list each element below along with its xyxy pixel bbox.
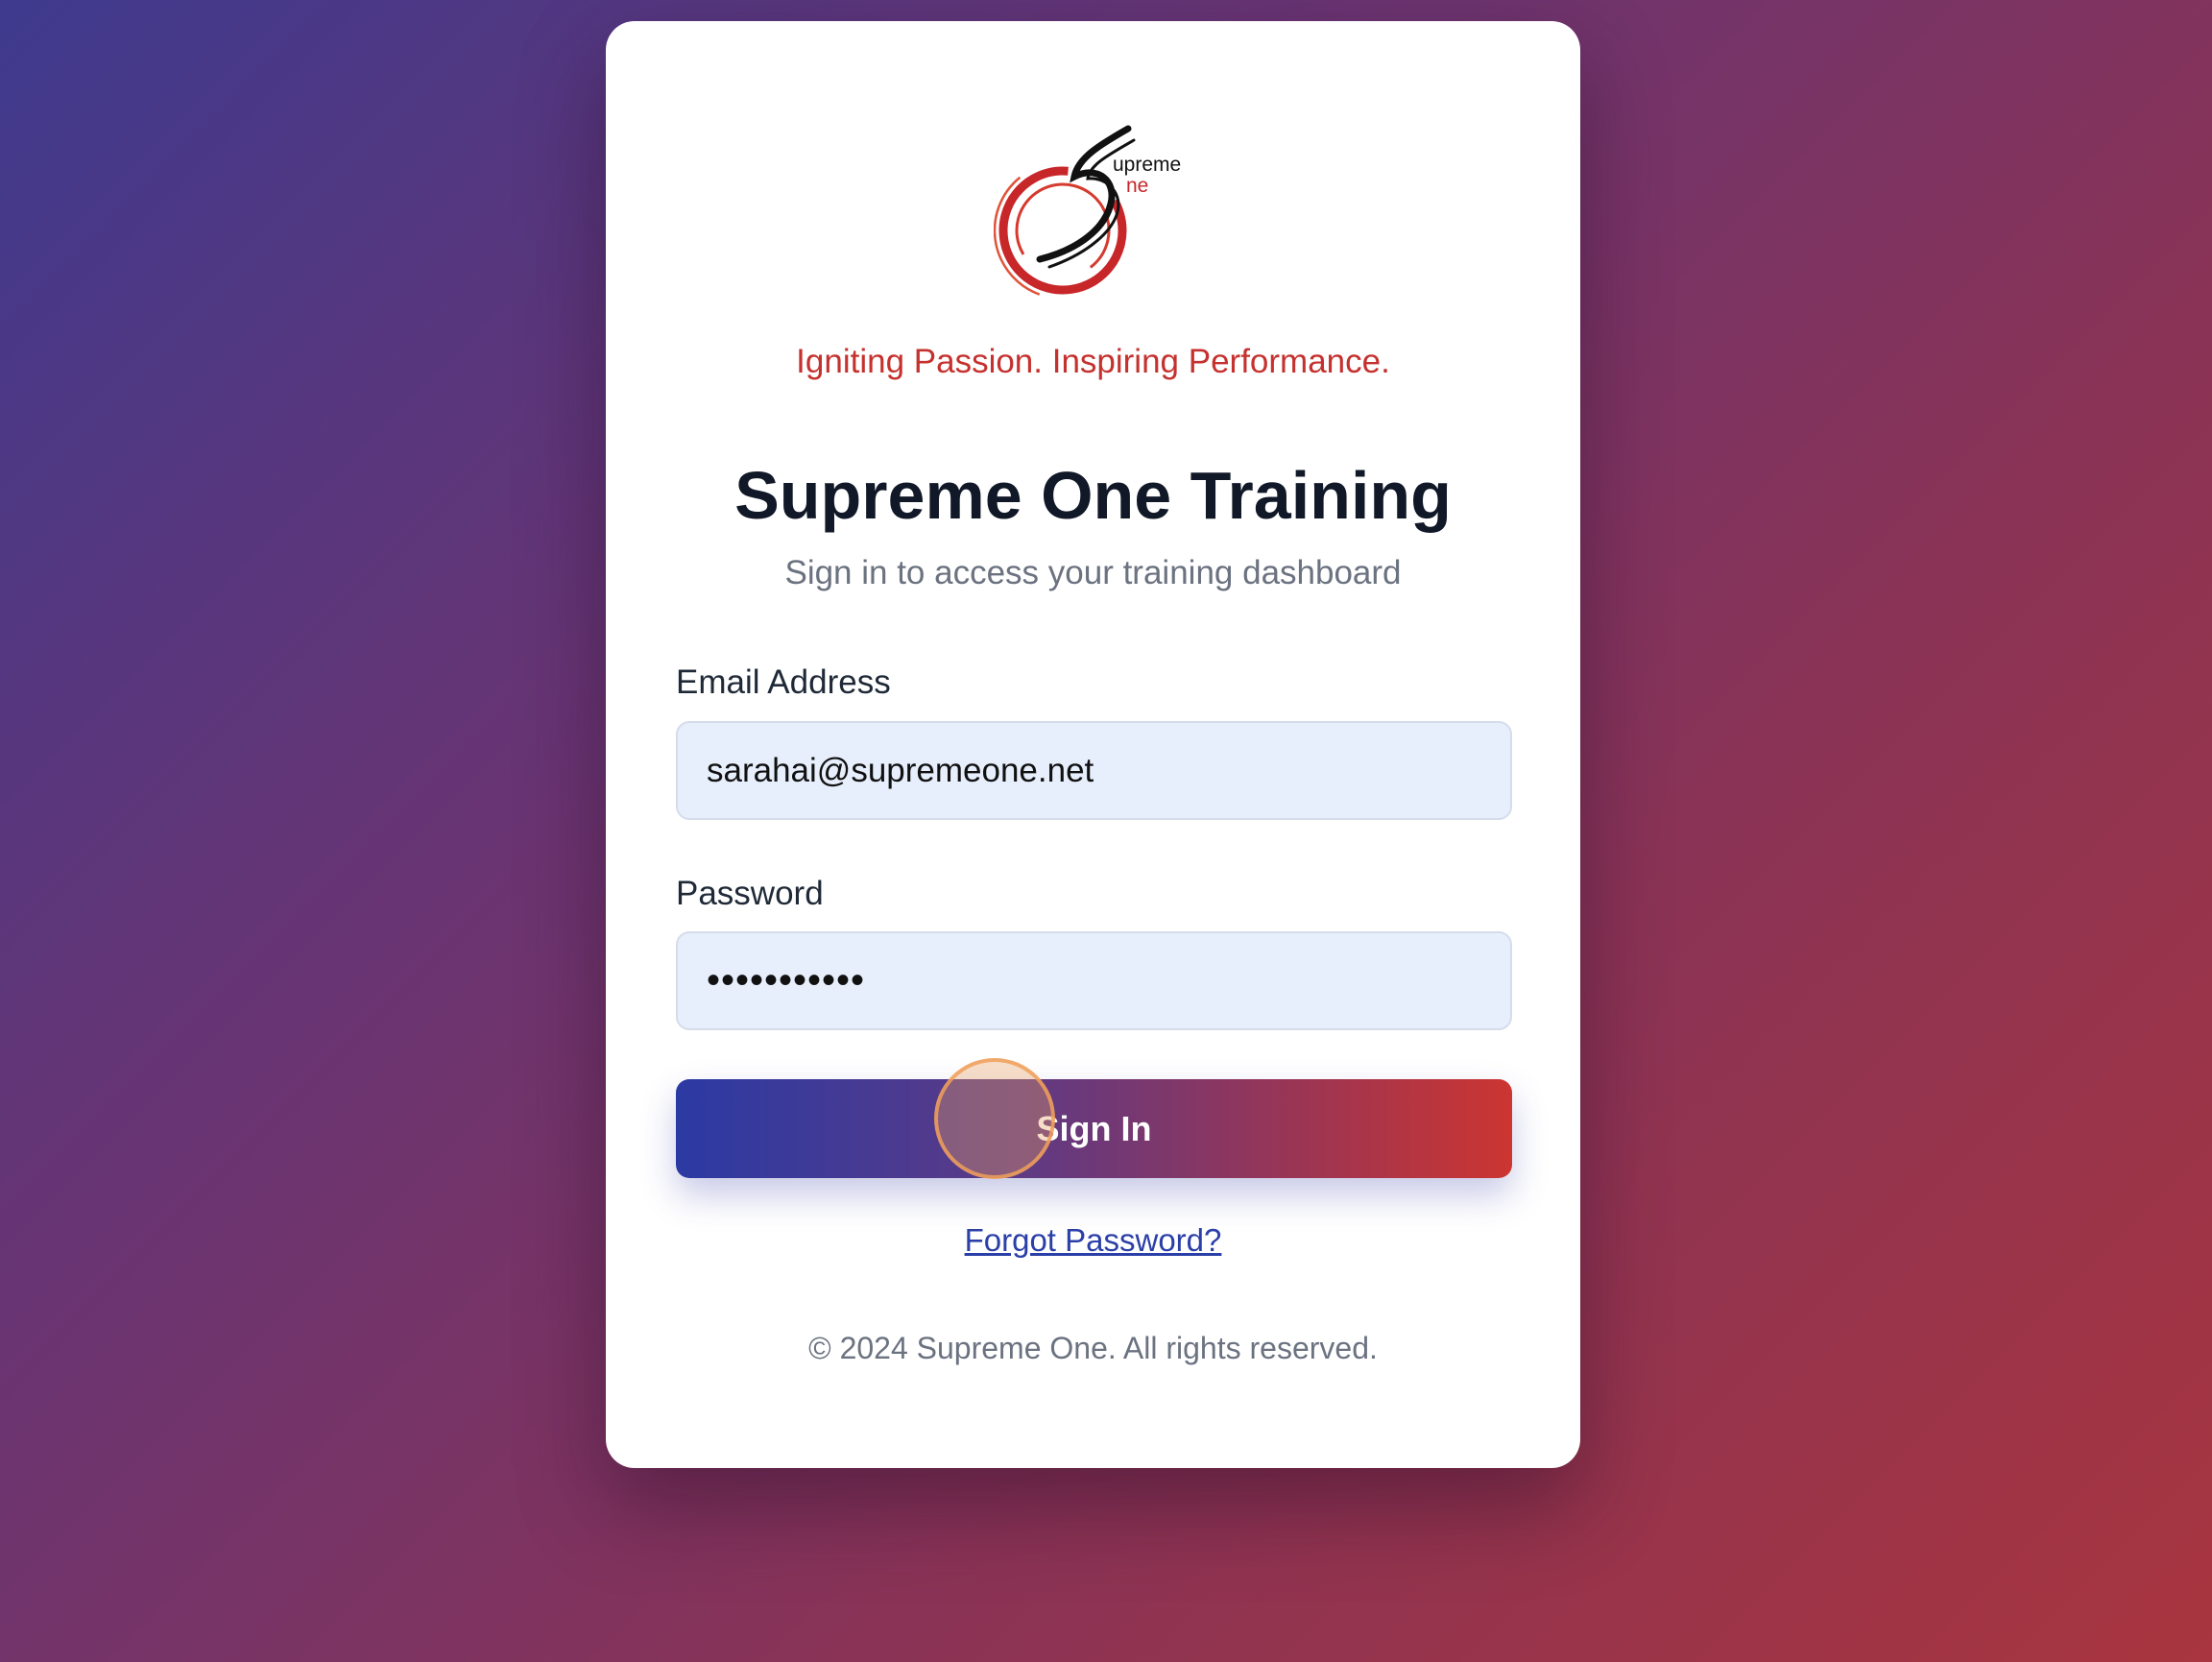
password-label: Password	[676, 875, 824, 912]
forgot-password-link[interactable]: Forgot Password?	[965, 1222, 1222, 1258]
page-title: Supreme One Training	[734, 458, 1452, 533]
sign-in-button[interactable]: Sign In	[676, 1079, 1512, 1178]
email-label: Email Address	[676, 663, 891, 701]
tagline: Igniting Passion. Inspiring Performance.	[796, 343, 1390, 380]
password-field[interactable]	[676, 931, 1512, 1030]
logo-text-top: upreme	[1113, 154, 1181, 176]
supreme-one-logo: upreme ne	[994, 125, 1181, 301]
forgot-password-container: Forgot Password?	[606, 1216, 1580, 1265]
page-subtitle: Sign in to access your training dashboar…	[784, 554, 1402, 591]
email-field[interactable]	[676, 721, 1512, 820]
copyright-footer: © 2024 Supreme One. All rights reserved.	[808, 1331, 1378, 1365]
logo-text-bottom: ne	[1126, 175, 1148, 197]
